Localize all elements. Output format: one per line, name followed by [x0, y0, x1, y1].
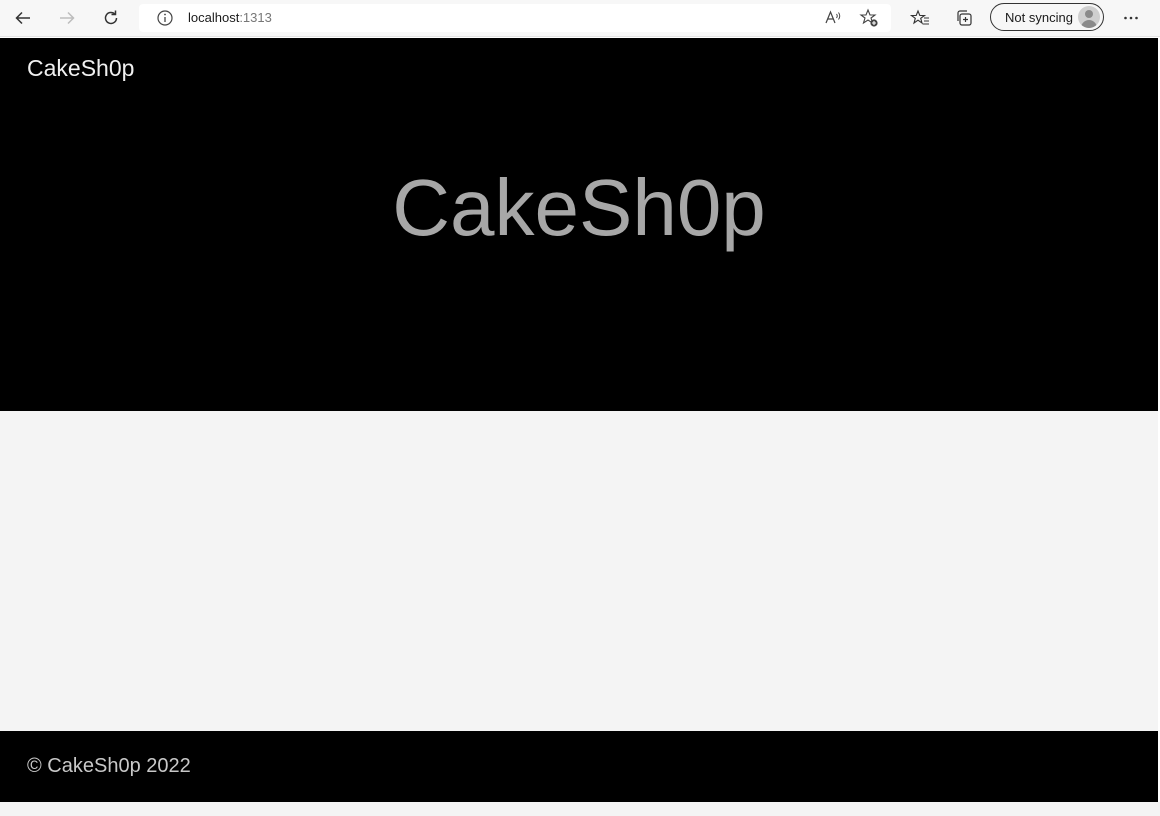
profile-sync-button[interactable]: Not syncing [990, 3, 1104, 31]
star-add-icon [859, 8, 878, 27]
refresh-button[interactable] [98, 5, 124, 31]
url-text[interactable]: localhost:1313 [188, 10, 272, 25]
site-header: CakeSh0p CakeSh0p [0, 38, 1158, 411]
refresh-icon [104, 10, 118, 25]
read-aloud-button[interactable] [823, 8, 843, 28]
arrow-right-icon [60, 11, 75, 25]
site-brand-link[interactable]: CakeSh0p [27, 55, 134, 82]
url-port: :1313 [239, 10, 272, 25]
sync-status-label: Not syncing [1005, 10, 1073, 25]
back-button[interactable] [10, 5, 36, 31]
browser-toolbar: localhost:1313 Not syncing [0, 0, 1160, 37]
url-host: localhost [188, 10, 240, 25]
add-favorite-button[interactable] [859, 8, 879, 28]
info-icon [157, 10, 173, 26]
more-icon [1124, 16, 1138, 20]
site-info-button[interactable] [155, 8, 175, 28]
arrow-left-icon [15, 11, 30, 25]
collections-icon [957, 10, 972, 26]
favorites-icon [910, 9, 929, 25]
collections-button[interactable] [951, 5, 977, 31]
copyright-text: © CakeSh0p 2022 [27, 755, 191, 777]
profile-icon [1078, 6, 1100, 28]
forward-button[interactable] [54, 5, 80, 31]
hero-title: CakeSh0p [392, 163, 766, 252]
page-viewport: CakeSh0p CakeSh0p © CakeSh0p 2022 [0, 38, 1158, 802]
more-button[interactable] [1118, 5, 1144, 31]
address-bar[interactable]: localhost:1313 [139, 4, 891, 32]
page-bottom-strip [0, 802, 1160, 816]
read-aloud-icon [825, 10, 841, 24]
site-footer: © CakeSh0p 2022 [0, 731, 1158, 802]
favorites-button[interactable] [907, 5, 933, 31]
